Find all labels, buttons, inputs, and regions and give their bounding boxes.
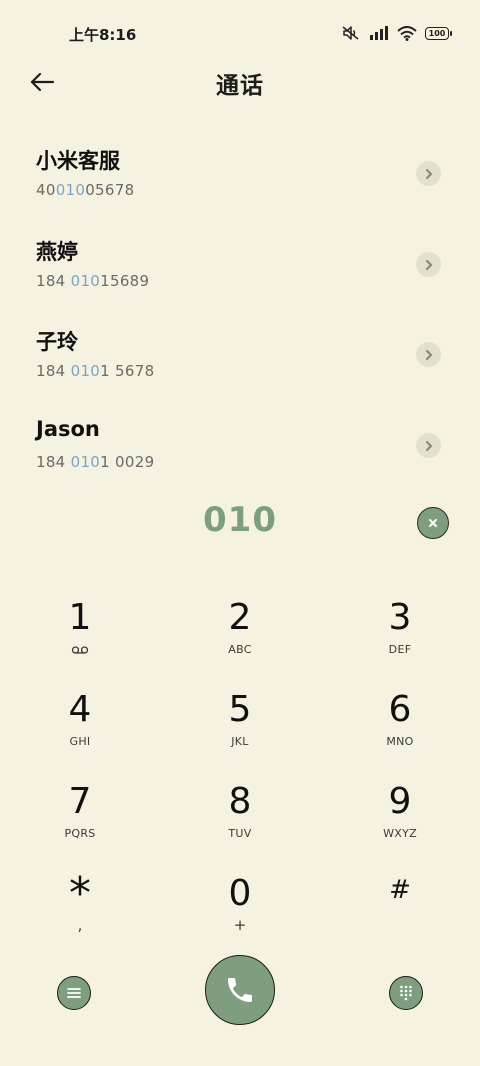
key-3[interactable]: 3 DEF xyxy=(340,598,460,678)
contact-item[interactable]: Jason 184 0101 0029 xyxy=(0,417,480,487)
status-time: 上午8:16 xyxy=(69,26,137,44)
key-7[interactable]: 7 PQRS xyxy=(20,782,140,862)
contact-detail-button[interactable] xyxy=(416,342,441,367)
contact-item[interactable]: 小米客服 4001005678 xyxy=(0,145,480,215)
header: 通话 xyxy=(0,60,480,104)
key-0[interactable]: 0 + xyxy=(180,874,300,954)
contact-name: 子玲 xyxy=(36,330,78,354)
dialed-number: 010 xyxy=(203,500,277,540)
contact-number: 184 0101 0029 xyxy=(36,453,155,471)
contact-name: 小米客服 xyxy=(36,149,120,173)
phone-icon xyxy=(228,978,252,1002)
voicemail-icon xyxy=(20,640,140,659)
contact-number: 184 0101 5678 xyxy=(36,362,155,380)
call-button[interactable] xyxy=(205,955,275,1025)
key-4[interactable]: 4 GHI xyxy=(20,690,140,770)
contact-detail-button[interactable] xyxy=(416,252,441,277)
wifi-icon xyxy=(397,25,417,41)
contact-number: 4001005678 xyxy=(36,181,135,199)
key-hash[interactable]: # xyxy=(340,870,460,950)
key-6[interactable]: 6 MNO xyxy=(340,690,460,770)
chevron-right-icon xyxy=(425,349,432,360)
contact-name: Jason xyxy=(36,417,100,441)
menu-button[interactable] xyxy=(57,976,91,1010)
dialpad-toggle-button[interactable] xyxy=(389,976,423,1010)
dialpad-icon xyxy=(400,985,412,1001)
chevron-right-icon xyxy=(425,259,432,270)
clear-button[interactable] xyxy=(417,507,449,539)
chevron-right-icon xyxy=(425,168,432,179)
contact-item[interactable]: 子玲 184 0101 5678 xyxy=(0,326,480,396)
status-icons: 100 xyxy=(341,25,452,41)
battery-level: 100 xyxy=(425,26,449,40)
contact-detail-button[interactable] xyxy=(416,161,441,186)
chevron-right-icon xyxy=(425,440,432,451)
signal-icon xyxy=(369,26,389,40)
status-bar: 上午8:16 100 xyxy=(0,0,480,64)
contact-number: 184 01015689 xyxy=(36,272,150,290)
key-5[interactable]: 5 JKL xyxy=(180,690,300,770)
key-1[interactable]: 1 xyxy=(20,598,140,678)
contact-item[interactable]: 燕婷 184 01015689 xyxy=(0,236,480,306)
key-2[interactable]: 2 ABC xyxy=(180,598,300,678)
page-title: 通话 xyxy=(216,73,264,99)
mute-icon xyxy=(341,25,361,41)
key-9[interactable]: 9 WXYZ xyxy=(340,782,460,862)
contact-name: 燕婷 xyxy=(36,240,78,264)
menu-icon xyxy=(67,988,81,998)
key-star[interactable]: * , xyxy=(20,872,140,954)
close-icon xyxy=(429,519,437,527)
key-8[interactable]: 8 TUV xyxy=(180,782,300,862)
contact-detail-button[interactable] xyxy=(416,433,441,458)
battery-icon: 100 xyxy=(425,26,452,40)
